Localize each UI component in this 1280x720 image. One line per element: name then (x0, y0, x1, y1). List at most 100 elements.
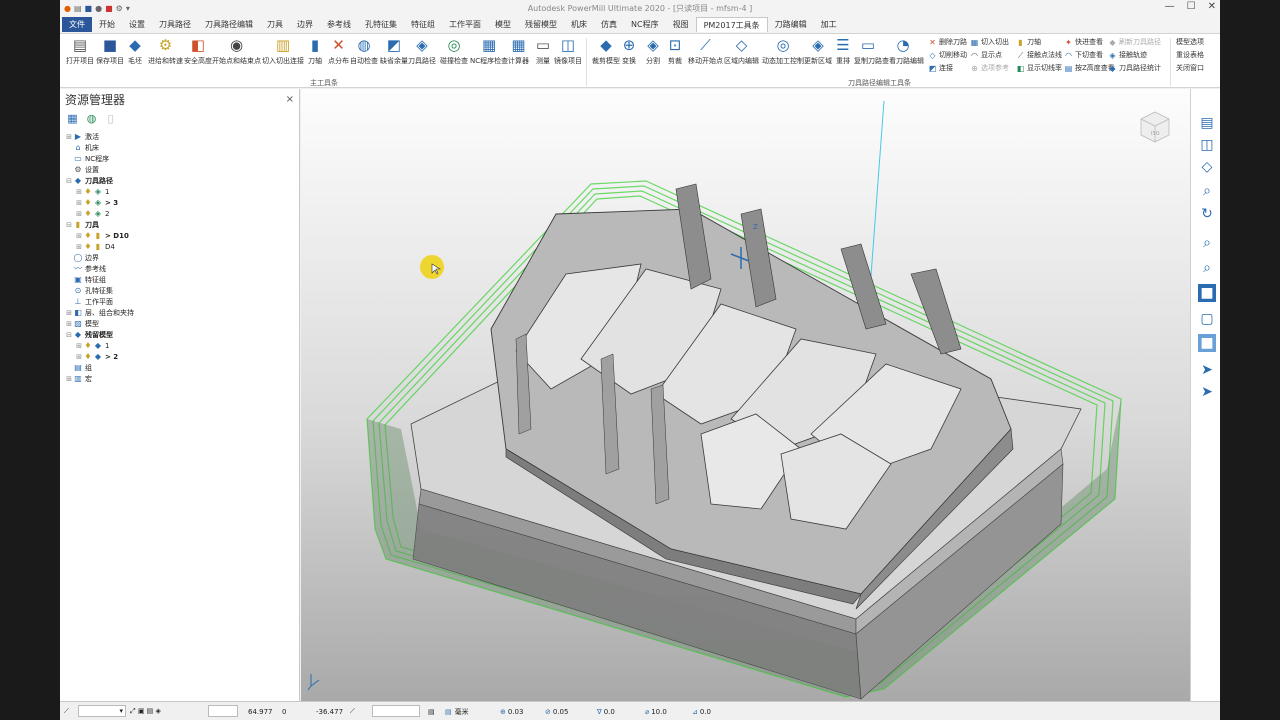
workplane-field[interactable] (372, 705, 420, 717)
zoom-icon[interactable]: ⌕ (1198, 182, 1216, 200)
tree-item[interactable]: ⊞ ♦ ◈ 1 (60, 186, 299, 197)
ribbon-edit-button-10[interactable]: ◔ 查看刀路编辑 (882, 36, 924, 66)
tab-18[interactable]: 加工 (814, 17, 844, 32)
ribbon-small-button[interactable]: 重设表格 (1176, 50, 1204, 60)
tab-12[interactable]: 机床 (564, 17, 594, 32)
minimize-button[interactable]: — (1165, 1, 1175, 12)
ribbon-main-button-7[interactable]: ▮ 刀轴 (306, 36, 324, 66)
ribbon-small-button[interactable]: 关闭窗口 (1176, 63, 1204, 73)
tab-file[interactable]: 文件 (62, 17, 92, 32)
ribbon-small-button[interactable]: ◩ 连接 (928, 63, 967, 73)
tab-11[interactable]: 残留模型 (518, 17, 564, 32)
tree-item[interactable]: ◯ 边界 (60, 252, 299, 263)
ribbon-edit-button-7[interactable]: ◈ 更新区域 (804, 36, 832, 66)
tree-expander[interactable]: ⊞ (75, 342, 83, 350)
tree-item[interactable]: ⊙ 孔特征集 (60, 285, 299, 296)
tolerance[interactable]: ⊕ 0.03 (500, 705, 523, 718)
tree-item[interactable]: ⊞ ♦ ◈ > 3 (60, 197, 299, 208)
ribbon-main-button-0[interactable]: ▤ 打开项目 (66, 36, 94, 66)
ribbon-small-button[interactable]: ✕ 删除刀路 (928, 37, 967, 47)
refresh-icon[interactable]: ↻ (1198, 205, 1216, 223)
tab-5[interactable]: 边界 (290, 17, 320, 32)
ribbon-edit-button-8[interactable]: ☰ 重排 (834, 36, 852, 66)
ribbon-edit-button-1[interactable]: ⊕ 变换 (620, 36, 638, 66)
tab-16[interactable]: PM2017工具条 (695, 17, 768, 32)
ribbon-main-button-16[interactable]: ◫ 镜像项目 (554, 36, 582, 66)
plain-shade-icon[interactable]: ■ (1198, 334, 1216, 352)
tab-1[interactable]: 设置 (122, 17, 152, 32)
explorer-globe-icon[interactable]: ◍ (85, 112, 98, 125)
visibility-bulb-icon[interactable]: ♦ (83, 198, 93, 207)
ribbon-main-button-3[interactable]: ⚙ 进给和转速 (148, 36, 183, 66)
tree-item[interactable]: ⌂ 机床 (60, 142, 299, 153)
ribbon-main-button-11[interactable]: ◈ 刀具路径 (408, 36, 436, 66)
tree-expander[interactable]: ⊟ (65, 331, 73, 339)
tree-item[interactable]: ⊞ ♦ ▮ D4 (60, 241, 299, 252)
view-cube-icon[interactable]: ◇ (1198, 158, 1216, 176)
tree-item[interactable]: ⊞ ♦ ◆ 1 (60, 340, 299, 351)
tab-8[interactable]: 特征组 (404, 17, 442, 32)
close-button[interactable]: ✕ (1208, 1, 1216, 12)
tree-expander[interactable]: ⊞ (75, 353, 83, 361)
tree-item[interactable]: ⊥ 工作平面 (60, 296, 299, 307)
visibility-bulb-icon[interactable]: ♦ (83, 231, 93, 240)
tree-item[interactable]: ⊞ ◧ 层、组合和夹持 (60, 307, 299, 318)
visibility-bulb-icon[interactable]: ♦ (83, 209, 93, 218)
ribbon-edit-button-9[interactable]: ▭ 复制刀路 (854, 36, 882, 66)
tab-9[interactable]: 工作平面 (442, 17, 488, 32)
tab-6[interactable]: 参考线 (320, 17, 358, 32)
ribbon-small-button[interactable]: ◇ 切削移动 (928, 50, 967, 60)
ribbon-main-button-14[interactable]: ▦ 计算器 (508, 36, 529, 66)
ribbon-main-button-8[interactable]: ✕ 点分布 (328, 36, 349, 66)
3d-viewport[interactable]: Z ISO (301, 89, 1190, 701)
tree-item[interactable]: 〰参考线 (60, 263, 299, 274)
tree-expander[interactable]: ⊞ (65, 309, 73, 317)
tree-item[interactable]: ⊞ ♦ ◆ > 2 (60, 351, 299, 362)
shaded-icon[interactable]: ■ (1198, 284, 1216, 302)
ribbon-main-button-10[interactable]: ◩ 缺省余量 (380, 36, 408, 66)
visibility-bulb-icon[interactable]: ♦ (83, 187, 93, 196)
view-front-icon[interactable]: ◫ (1198, 136, 1216, 154)
tree-item[interactable]: ⊞ ♦ ▮ > D10 (60, 230, 299, 241)
ribbon-small-button[interactable]: ⊕ 选项参考 (970, 63, 1009, 73)
tree-expander[interactable]: ⊞ (75, 188, 83, 196)
ribbon-main-button-15[interactable]: ▭ 测量 (534, 36, 552, 66)
tree-expander[interactable]: ⊞ (75, 199, 83, 207)
status-snap-icons[interactable]: ⤢ ▣ ▤ ◈ (130, 705, 161, 718)
status-mode-icon[interactable]: ⟋ (64, 705, 69, 718)
ribbon-edit-button-6[interactable]: ◎ 动态加工控制 (762, 36, 804, 66)
tree-item[interactable]: ⊟ ◆ 残留模型 (60, 329, 299, 340)
ribbon-small-button[interactable]: ◠ 显示点 (970, 50, 1009, 60)
ribbon-edit-button-4[interactable]: ⟋ 移动开始点 (688, 36, 723, 66)
tree-item[interactable]: ⊟ ◆ 刀具路径 (60, 175, 299, 186)
explorer-layout-icon[interactable]: ▦ (66, 112, 79, 125)
tab-3[interactable]: 刀具路径编辑 (198, 17, 260, 32)
ribbon-small-button[interactable]: ▦ 切入切出 (970, 37, 1009, 47)
ribbon-small-button[interactable]: ◆ 刀具路径统计 (1108, 63, 1161, 73)
status-dropdown[interactable]: ▾ (78, 705, 126, 717)
tree-item[interactable]: ⊞ ▨ 模型 (60, 318, 299, 329)
ribbon-main-button-12[interactable]: ◎ 碰撞检查 (440, 36, 468, 66)
ribbon-main-button-5[interactable]: ◉ 开始点和结束点 (212, 36, 261, 66)
tab-15[interactable]: 视图 (666, 17, 696, 32)
tab-4[interactable]: 刀具 (260, 17, 290, 32)
status-field[interactable] (208, 705, 238, 717)
ribbon-small-button[interactable]: ◈ 接触轨迹 (1108, 50, 1161, 60)
tab-10[interactable]: 模型 (488, 17, 518, 32)
tree-expander[interactable]: ⊞ (65, 375, 73, 383)
tree-item[interactable]: ▭ NC程序 (60, 153, 299, 164)
tree-item[interactable]: ▣ 特征组 (60, 274, 299, 285)
tree-item[interactable]: ⚙ 设置 (60, 164, 299, 175)
ribbon-small-button[interactable]: ◧ 显示切线率 (1016, 63, 1062, 73)
ribbon-main-button-9[interactable]: ◍ 自动检查 (350, 36, 378, 66)
tool-diameter[interactable]: ⌀ 10.0 (645, 705, 667, 718)
tab-17[interactable]: 刀路编辑 (768, 17, 814, 32)
ribbon-small-button[interactable]: ▮ 刀轴 (1016, 37, 1062, 47)
zoom-box-icon[interactable]: ⌕ (1198, 234, 1216, 252)
tree-expander[interactable]: ⊞ (65, 320, 73, 328)
tab-0[interactable]: 开始 (92, 17, 122, 32)
tree-expander[interactable]: ⊞ (75, 232, 83, 240)
ribbon-main-button-4[interactable]: ◧ 安全高度 (184, 36, 212, 66)
ribbon-small-button[interactable]: ◆ 刷新刀具路径 (1108, 37, 1161, 47)
tree-expander[interactable]: ⊟ (65, 221, 73, 229)
